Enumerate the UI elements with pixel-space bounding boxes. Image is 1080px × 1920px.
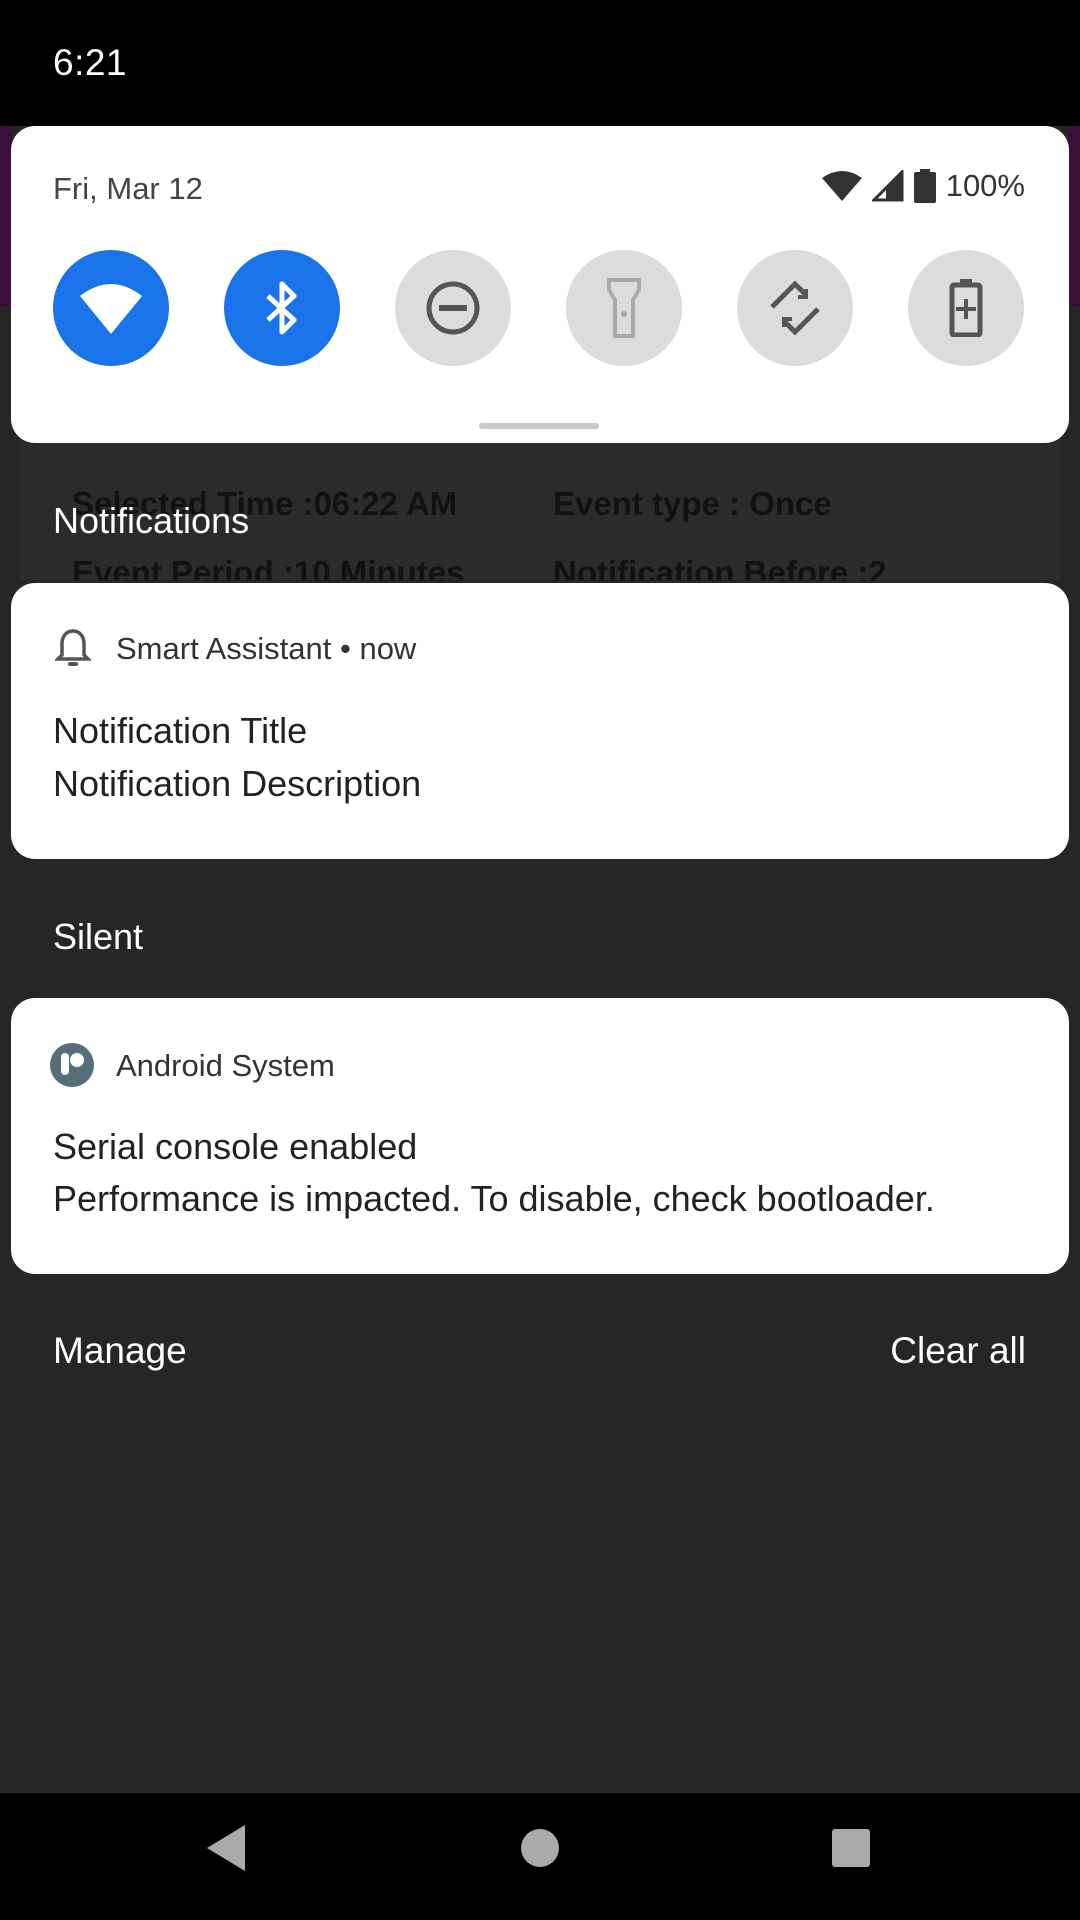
battery-saver-tile[interactable] (908, 250, 1024, 366)
notification-app-header: Smart Assistant • now (116, 631, 417, 666)
notification-title: Serial console enabled (53, 1126, 418, 1167)
wifi-signal-icon (821, 171, 862, 201)
background-notification-before: Notification Before :2 (553, 554, 887, 580)
silent-header: Silent (53, 916, 144, 957)
back-icon[interactable] (205, 1823, 247, 1873)
notification-text: Notification Description (53, 763, 422, 804)
flashlight-tile[interactable] (566, 250, 682, 366)
status-bar: 6:21 (0, 0, 1080, 126)
manage-button[interactable]: Manage (53, 1330, 187, 1372)
notification-text: Performance is impacted. To disable, che… (53, 1178, 935, 1219)
status-time: 6:21 (53, 42, 128, 83)
qs-date[interactable]: Fri, Mar 12 (53, 171, 203, 207)
background-accent-right (1068, 126, 1080, 306)
quick-settings-panel: Fri, Mar 12 100% (11, 126, 1069, 443)
background-event-type: Event type : Once (553, 485, 832, 522)
battery-icon (913, 169, 936, 203)
flashlight-icon (607, 278, 641, 338)
notifications-header: Notifications (53, 500, 250, 541)
wifi-tile[interactable] (53, 250, 169, 366)
home-icon[interactable] (520, 1823, 560, 1873)
do-not-disturb-tile[interactable] (395, 250, 511, 366)
clear-all-button[interactable]: Clear all (890, 1330, 1026, 1372)
battery-saver-icon (949, 279, 983, 337)
android-system-icon (50, 1043, 94, 1087)
bluetooth-icon (266, 281, 297, 335)
notification-time: now (359, 631, 417, 666)
background-event-period: Event Period :10 Minutes (72, 554, 465, 580)
notification-app-name: Android System (116, 1048, 335, 1083)
navigation-bar (0, 1793, 1080, 1920)
qs-status-icons: 100% (821, 168, 1025, 204)
notification-app-name: Smart Assistant (116, 631, 332, 666)
cell-signal-icon (871, 170, 904, 202)
notification-title: Notification Title (53, 710, 308, 751)
battery-percent: 100% (945, 168, 1025, 203)
notification-card-smart-assistant[interactable]: Smart Assistant • now Notification Title… (11, 583, 1069, 859)
wifi-icon (80, 284, 142, 334)
bluetooth-tile[interactable] (224, 250, 340, 366)
do-not-disturb-icon (426, 281, 480, 335)
recents-icon[interactable] (830, 1823, 872, 1873)
notification-card-android-system[interactable]: Android System Serial console enabled Pe… (11, 998, 1069, 1274)
bell-icon (55, 629, 91, 666)
auto-rotate-tile[interactable] (737, 250, 853, 366)
auto-rotate-icon (770, 280, 820, 336)
qs-drag-handle[interactable] (479, 423, 599, 429)
